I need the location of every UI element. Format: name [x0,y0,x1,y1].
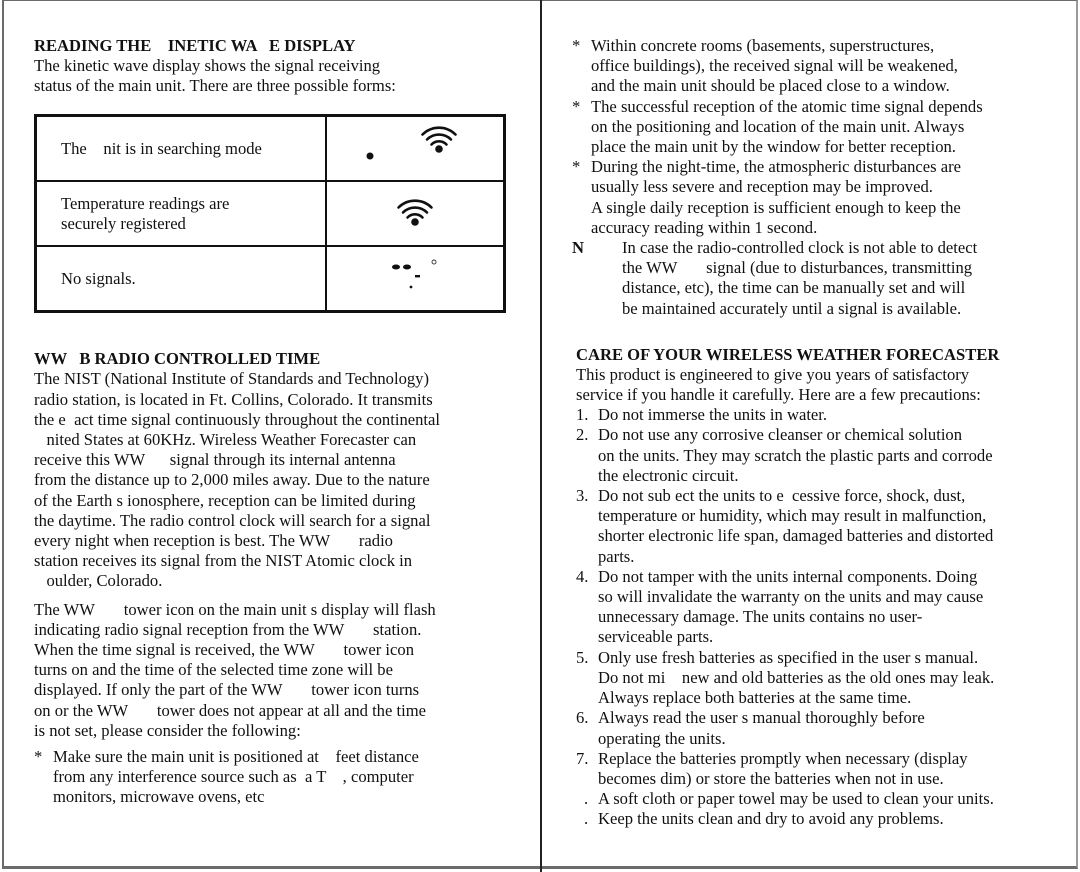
status-icon-cell [325,180,506,248]
wwvb-paragraph-2: The WW tower icon on the main unit s dis… [34,599,436,740]
bullet-item: * The successful reception of the atomic… [572,96,983,157]
table-row: The nit is in searching mode [34,114,506,183]
list-item: 6. Always read the user s manual thoroug… [576,708,925,748]
list-item: . Keep the units clean and dry to avoid … [584,809,944,829]
kinetic-wave-intro: The kinetic wave display shows the signa… [34,56,396,96]
column-divider [540,0,542,872]
wwvb-paragraph-1: The NIST (National Institute of Standard… [34,369,440,591]
table-row: Temperature readings are securely regist… [34,180,506,248]
list-item: 5. Only use fresh batteries as specified… [576,647,995,708]
table-row: No signals. [34,245,506,313]
bullet-item: * Make sure the main unit is positioned … [34,747,419,807]
bullet-mark: * [572,36,581,55]
kinetic-wave-heading: READING THE INETIC WA E DISPLAY [34,36,356,55]
wwvb-heading: WW B RADIO CONTROLLED TIME [34,349,321,369]
status-icon-cell [325,114,506,183]
status-description: Temperature readings are securely regist… [34,180,327,248]
note-mark: N [572,238,584,258]
list-item: . A soft cloth or paper towel may be use… [584,789,994,809]
bullet-mark: * [572,96,581,116]
care-list: 1. Do not immerse the units in water. 2.… [576,405,1062,829]
list-item: 7. Replace the batteries promptly when n… [576,748,968,788]
care-intro: This product is engineered to give you y… [576,364,981,405]
list-item: 1. Do not immerse the units in water. [576,405,828,425]
bullet-mark: * [572,157,581,177]
bullet-item: * During the night-time, the atmospheric… [572,157,962,237]
signal-status-table: The nit is in searching mode Temperature… [34,114,506,314]
right-column: * Within concrete rooms (basements, supe… [572,36,1062,830]
care-heading: CARE OF YOUR WIRELESS WEATHER FORECASTER [576,344,1000,364]
status-description: The nit is in searching mode [34,114,327,183]
note-block: N In case the radio-controlled clock is … [572,238,978,318]
bullet-item: * Within concrete rooms (basements, supe… [572,36,958,96]
list-item: 4. Do not tamper with the units internal… [576,566,984,647]
signal-registered-icon [397,199,433,227]
left-column: READING THE INETIC WA E DISPLAY The kine… [34,36,514,808]
status-icon-cell [325,245,506,313]
signal-searching-icon [366,126,457,160]
list-item: 3. Do not sub ect the units to e cessive… [576,486,994,566]
list-item: 2. Do not use any corrosive cleanser or … [576,425,993,485]
no-signal-icon [392,259,437,289]
status-description: No signals. [34,245,327,313]
bullet-mark: * [34,747,43,767]
